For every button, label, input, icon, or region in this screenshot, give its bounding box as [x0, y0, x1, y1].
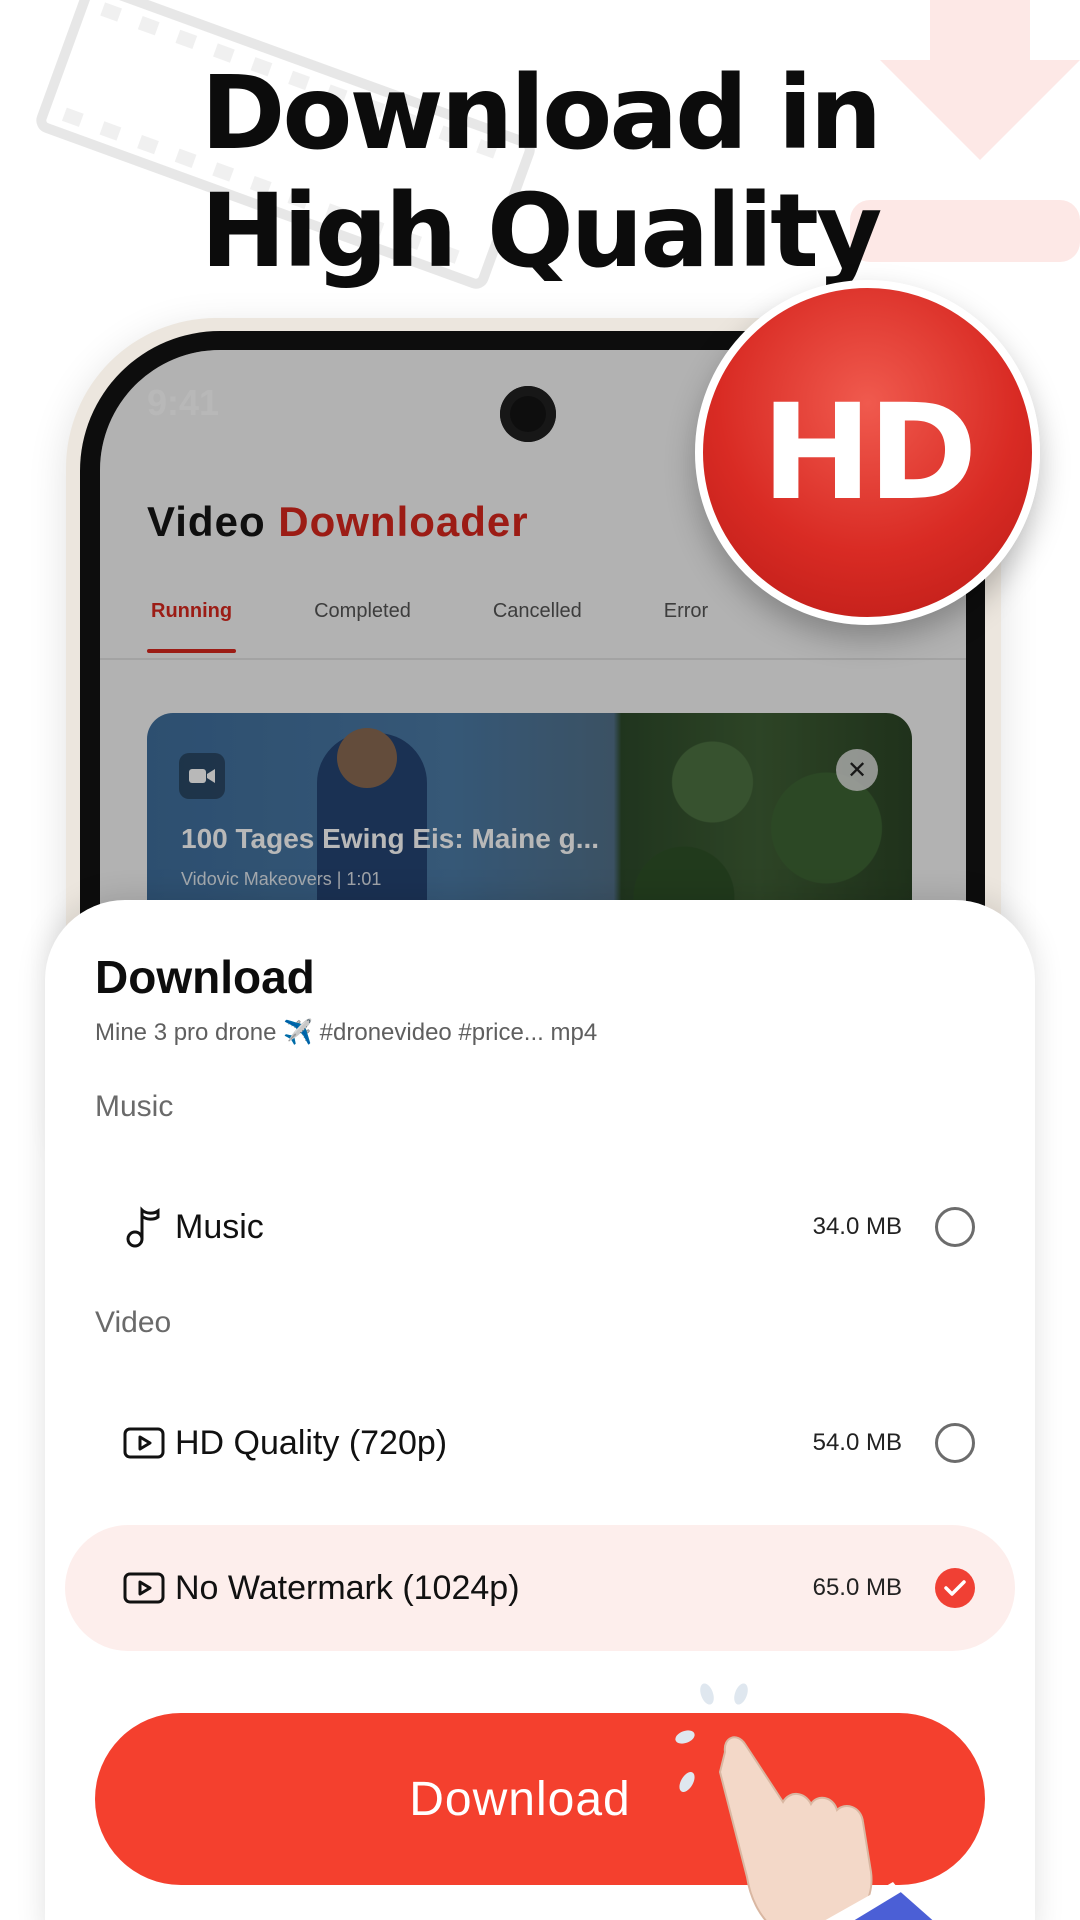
option-size: 54.0 MB — [812, 1429, 902, 1456]
section-label-video: Video — [95, 1306, 172, 1339]
tab-divider — [100, 658, 966, 660]
option-size: 65.0 MB — [812, 1574, 902, 1601]
app-title: Video Downloader — [147, 498, 529, 546]
option-label: No Watermark (1024p) — [175, 1568, 520, 1607]
tab-running[interactable]: Running — [147, 600, 237, 653]
hd-badge: HD — [695, 280, 1040, 625]
option-label: HD Quality (720p) — [175, 1423, 448, 1462]
status-time: 9:41 — [147, 382, 220, 423]
download-button-label: Download — [409, 1772, 631, 1826]
headline-line-1: Download in — [200, 54, 883, 173]
section-label-music: Music — [95, 1090, 174, 1123]
play-icon — [122, 1566, 166, 1610]
tab-completed[interactable]: Completed — [310, 600, 415, 653]
radio-button-checked[interactable] — [935, 1568, 975, 1608]
option-label: Music — [175, 1207, 264, 1246]
tab-error[interactable]: Error — [660, 600, 712, 653]
hd-badge-label: HD — [761, 375, 977, 530]
radio-button[interactable] — [935, 1423, 975, 1463]
radio-button[interactable] — [935, 1207, 975, 1247]
option-no-watermark-1024p[interactable]: No Watermark (1024p) 65.0 MB — [65, 1525, 1015, 1651]
option-size: 34.0 MB — [812, 1213, 902, 1240]
check-icon — [944, 1580, 966, 1596]
pointing-hand-icon — [675, 1683, 933, 1920]
front-camera — [500, 386, 556, 442]
headline: Download in High Quality — [0, 55, 1080, 291]
file-name: Mine 3 pro drone ✈️ #dronevideo #price..… — [95, 1019, 598, 1046]
play-icon — [122, 1421, 166, 1465]
video-camera-icon — [179, 753, 225, 799]
sheet-title: Download — [95, 951, 315, 1003]
app-title-part-1: Video — [147, 498, 266, 545]
video-subtitle: Vidovic Makeovers | 1:01 — [181, 869, 382, 889]
thumbnail-figure-head — [337, 728, 397, 788]
option-music[interactable]: Music 34.0 MB — [65, 1164, 1015, 1290]
download-tabs: Running Completed Cancelled Error — [147, 600, 786, 653]
tab-cancelled[interactable]: Cancelled — [489, 600, 586, 653]
download-sheet: Download Mine 3 pro drone ✈️ #dronevideo… — [45, 900, 1035, 1920]
headline-line-2: High Quality — [200, 172, 883, 291]
video-title: 100 Tages Ewing Eis: Maine g... — [181, 823, 600, 854]
music-note-icon — [122, 1205, 166, 1249]
close-icon[interactable]: ✕ — [836, 749, 878, 791]
option-hd-720p[interactable]: HD Quality (720p) 54.0 MB — [65, 1380, 1015, 1506]
app-title-part-2: Downloader — [278, 498, 529, 545]
